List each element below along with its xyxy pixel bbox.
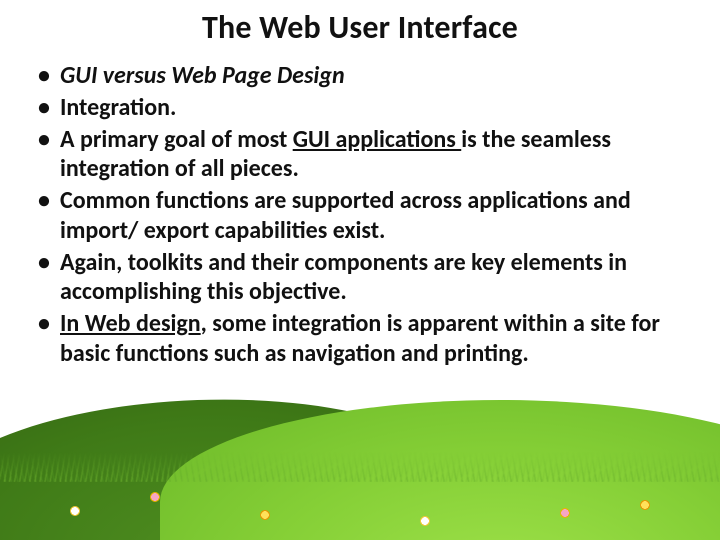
slide: The Web User Interface GUI versus Web Pa… [0, 0, 720, 540]
flower-icon [640, 500, 650, 510]
bullet-list: GUI versus Web Page Design Integration. … [28, 61, 692, 369]
bullet-item: A primary goal of most GUI applications … [34, 125, 692, 185]
grass-icon [0, 452, 720, 482]
hill-shape [160, 400, 720, 540]
flower-icon [70, 506, 80, 516]
flower-icon [150, 492, 160, 502]
bullet-item: Again, toolkits and their components are… [34, 248, 692, 308]
bullet-item: GUI versus Web Page Design [34, 61, 692, 91]
bullet-item: Common functions are supported across ap… [34, 186, 692, 246]
hill-shape [0, 390, 482, 540]
flower-icon [560, 508, 570, 518]
flower-icon [260, 510, 270, 520]
decorative-footer [0, 420, 720, 540]
flower-icon [420, 516, 430, 526]
bullet-item: Integration. [34, 93, 692, 123]
bullet-item: In Web design, some integration is appar… [34, 309, 692, 369]
slide-title: The Web User Interface [28, 8, 692, 47]
